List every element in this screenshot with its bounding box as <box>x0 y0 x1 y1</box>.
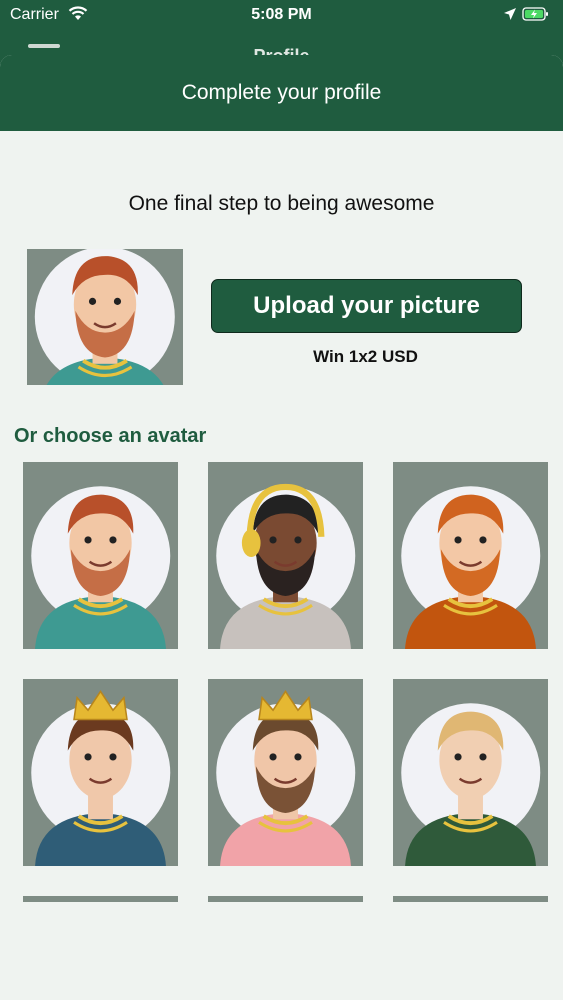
avatar-row-peek <box>393 896 548 902</box>
current-avatar-preview <box>27 249 183 385</box>
status-time: 5:08 PM <box>251 6 312 23</box>
battery-charging-icon <box>522 7 548 21</box>
avatar-option[interactable] <box>208 462 363 649</box>
avatar-option[interactable] <box>393 462 548 649</box>
sheet-tagline: One final step to being awesome <box>128 192 435 215</box>
sheet-title: Complete your profile <box>0 55 563 131</box>
avatar-row-peek <box>208 896 363 902</box>
location-arrow-icon <box>504 8 516 20</box>
status-bar: Carrier 5:08 PM <box>0 0 563 30</box>
upload-picture-button[interactable]: Upload your picture <box>211 279 522 333</box>
avatar-row-peek <box>23 896 178 902</box>
choose-avatar-heading: Or choose an avatar <box>14 425 207 447</box>
complete-profile-sheet: Complete your profile One final step to … <box>0 55 563 1000</box>
avatar-option[interactable] <box>393 679 548 866</box>
avatar-option[interactable] <box>23 462 178 649</box>
reward-text: Win 1x2 USD <box>313 347 418 366</box>
avatar-option[interactable] <box>23 679 178 866</box>
avatar-option[interactable] <box>208 679 363 866</box>
